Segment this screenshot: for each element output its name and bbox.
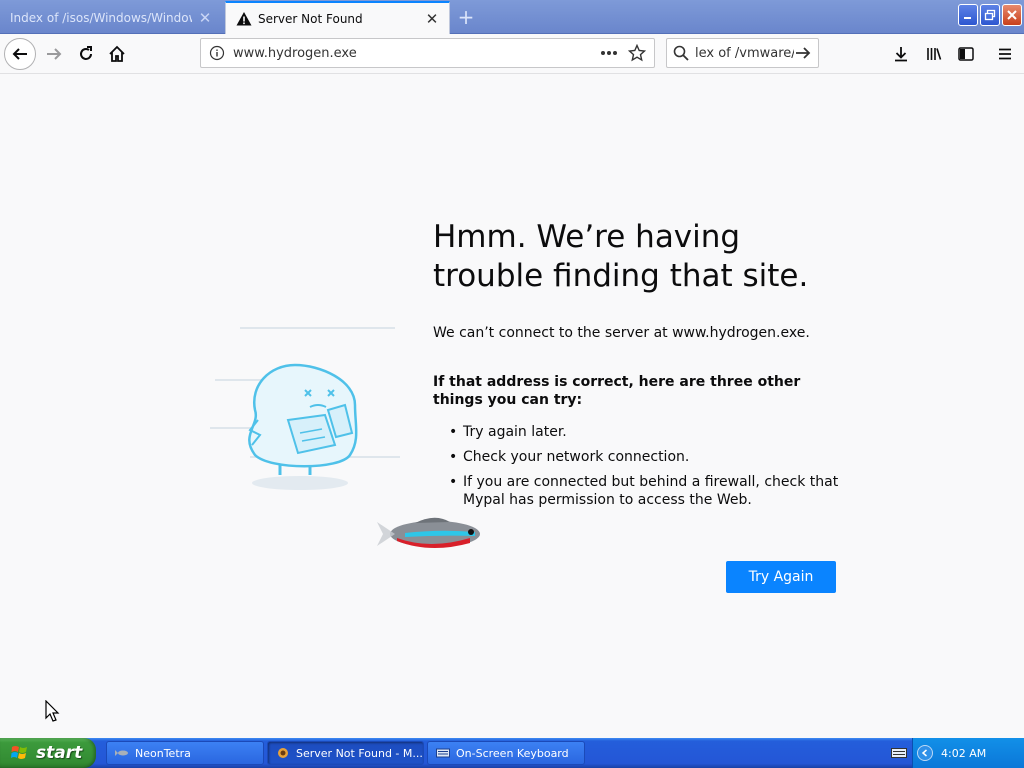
list-item: Try again later. bbox=[449, 423, 839, 441]
menu-button[interactable] bbox=[989, 38, 1021, 70]
taskbar-item-browser[interactable]: Server Not Found - M... bbox=[267, 741, 424, 765]
minimize-button[interactable] bbox=[958, 4, 978, 26]
downloads-button[interactable] bbox=[885, 38, 917, 70]
page-content: Hmm. We’re having trouble finding that s… bbox=[0, 75, 1024, 738]
taskbar-item-label: NeonTetra bbox=[135, 746, 191, 760]
restore-button[interactable] bbox=[980, 4, 1000, 26]
bookmark-star-icon[interactable] bbox=[628, 44, 646, 62]
taskbar: start NeonTetra Server Not Found - M... … bbox=[0, 738, 1024, 768]
close-icon bbox=[1007, 10, 1017, 20]
list-item: If you are connected but behind a firewa… bbox=[449, 473, 839, 509]
start-button[interactable]: start bbox=[0, 738, 96, 768]
search-input[interactable]: lex of /vmware/ bbox=[695, 46, 794, 61]
chevron-left-icon bbox=[921, 749, 927, 757]
try-again-button[interactable]: Try Again bbox=[726, 561, 836, 593]
reload-button[interactable] bbox=[70, 38, 102, 70]
forward-button[interactable] bbox=[38, 38, 70, 70]
window-controls bbox=[958, 4, 1022, 26]
download-icon bbox=[895, 47, 907, 62]
keyboard-icon bbox=[436, 748, 450, 758]
nav-toolbar: www.hydrogen.exe lex of /vmware/ bbox=[0, 34, 1024, 74]
taskbar-item-label: On-Screen Keyboard bbox=[456, 746, 569, 760]
windows-logo-icon bbox=[11, 746, 27, 759]
hamburger-menu-icon bbox=[999, 48, 1011, 60]
library-button[interactable] bbox=[918, 38, 950, 70]
list-item: Check your network connection. bbox=[449, 448, 839, 466]
taskbar-item-neontetra[interactable]: NeonTetra bbox=[106, 741, 264, 765]
home-icon bbox=[109, 45, 125, 62]
suggestions-list: Try again later. Check your network conn… bbox=[449, 423, 839, 516]
sad-network-monster-illustration bbox=[210, 327, 400, 490]
tab-index-of-isos[interactable]: Index of /isos/Windows/Windows_Vist ✕ bbox=[0, 2, 222, 34]
start-label: start bbox=[36, 743, 83, 763]
back-arrow-icon bbox=[12, 48, 27, 60]
fish-icon bbox=[115, 750, 128, 756]
title-bar: Index of /isos/Windows/Windows_Vist ✕ Se… bbox=[0, 0, 1024, 34]
info-icon[interactable] bbox=[209, 45, 225, 61]
suggestions-heading: If that address is correct, here are thr… bbox=[433, 374, 801, 408]
system-tray: 4:02 AM bbox=[891, 738, 1024, 768]
back-button[interactable] bbox=[4, 38, 36, 70]
home-button[interactable] bbox=[101, 38, 133, 70]
tab-close-icon[interactable]: ✕ bbox=[425, 10, 439, 28]
page-actions-icon[interactable] bbox=[600, 50, 618, 56]
warning-icon bbox=[236, 11, 252, 25]
show-hidden-icons-button[interactable] bbox=[917, 745, 933, 761]
library-icon bbox=[927, 48, 942, 60]
search-go-arrow-icon[interactable] bbox=[794, 44, 812, 62]
tab-close-icon[interactable]: ✕ bbox=[198, 9, 212, 27]
clock[interactable]: 4:02 AM bbox=[941, 747, 986, 760]
keyboard-tray-icon[interactable] bbox=[891, 747, 907, 759]
sidebar-icon bbox=[958, 47, 974, 61]
close-window-button[interactable] bbox=[1002, 4, 1022, 26]
minimize-icon bbox=[964, 17, 971, 19]
tab-label: Index of /isos/Windows/Windows_Vist bbox=[10, 11, 192, 25]
search-icon bbox=[673, 45, 689, 61]
new-tab-button[interactable]: + bbox=[455, 4, 477, 30]
search-bar[interactable]: lex of /vmware/ bbox=[666, 38, 819, 68]
error-message: We can’t connect to the server at www.hy… bbox=[433, 325, 810, 341]
error-title: Hmm. We’re having trouble finding that s… bbox=[433, 219, 809, 294]
url-text[interactable]: www.hydrogen.exe bbox=[233, 46, 600, 61]
tab-label: Server Not Found bbox=[258, 11, 363, 26]
reload-icon bbox=[80, 46, 92, 60]
sidebar-button[interactable] bbox=[950, 38, 982, 70]
taskbar-item-onscreen-keyboard[interactable]: On-Screen Keyboard bbox=[427, 741, 585, 765]
forward-arrow-icon bbox=[47, 48, 62, 60]
taskbar-item-label: Server Not Found - M... bbox=[296, 746, 423, 760]
tab-server-not-found[interactable]: Server Not Found ✕ bbox=[225, 1, 450, 34]
restore-icon bbox=[984, 9, 996, 21]
mypal-browser-icon bbox=[278, 748, 288, 758]
mouse-cursor-icon bbox=[45, 700, 60, 722]
url-bar[interactable]: www.hydrogen.exe bbox=[200, 38, 655, 68]
